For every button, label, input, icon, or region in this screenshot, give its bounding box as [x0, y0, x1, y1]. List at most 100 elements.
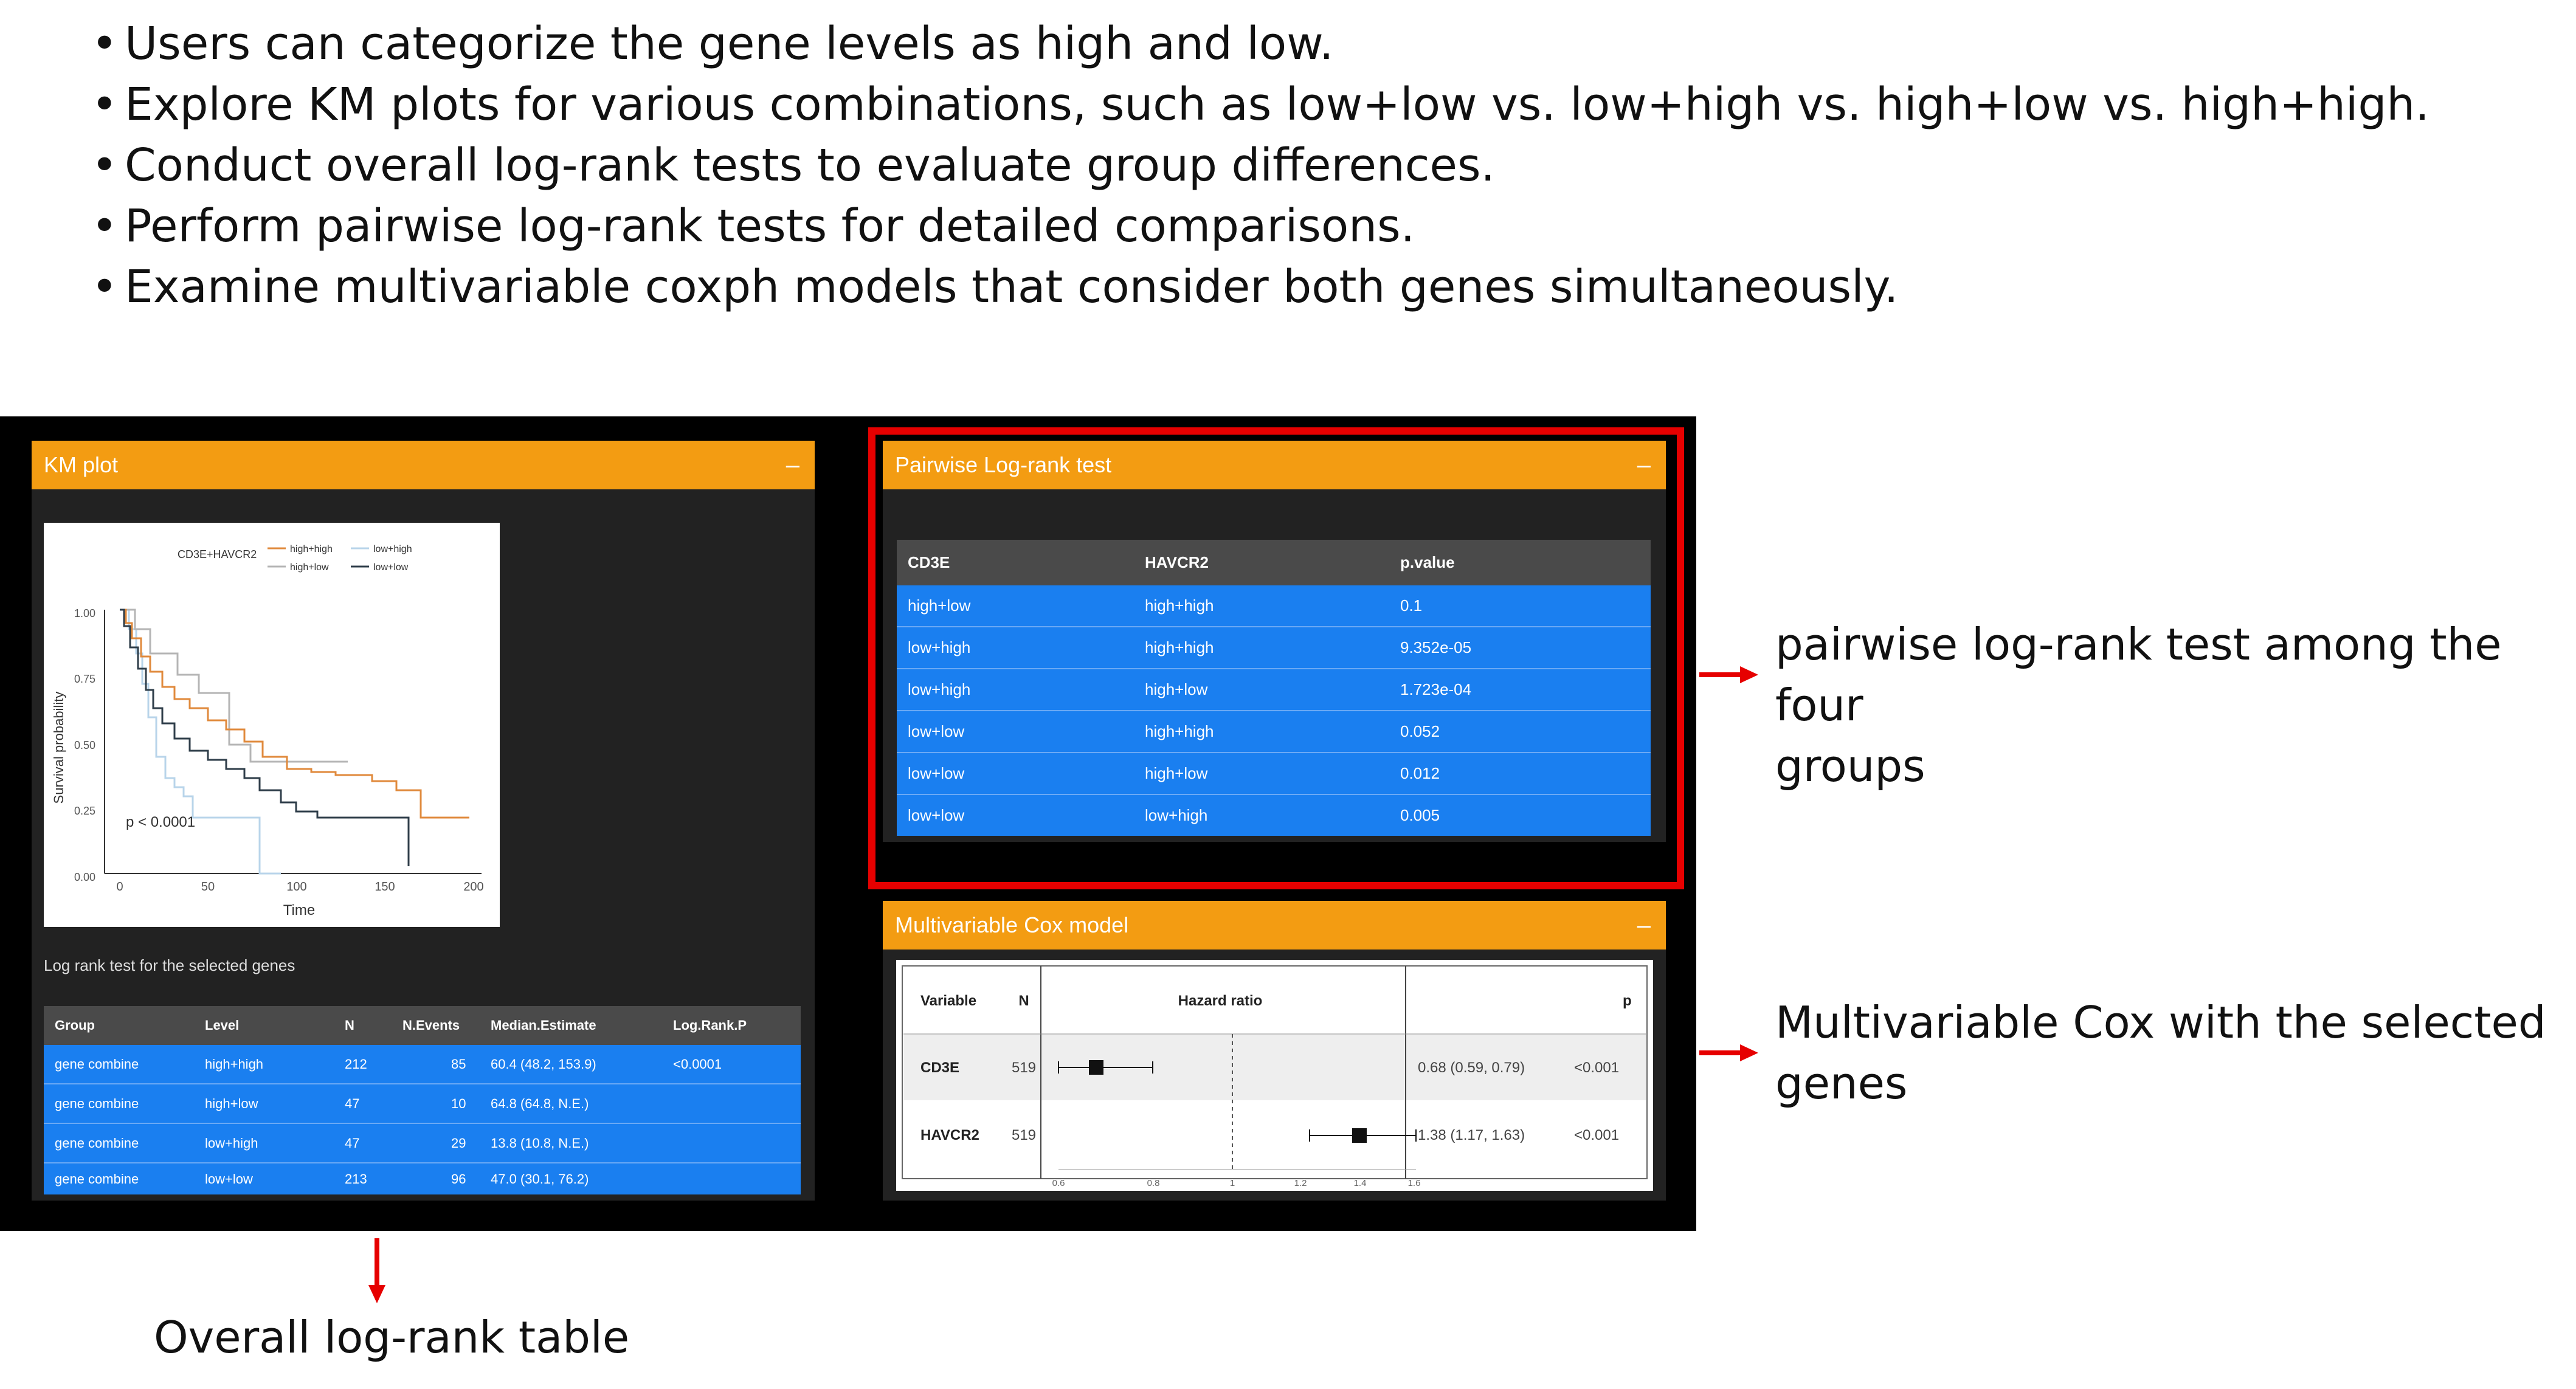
arrow-down-icon [368, 1238, 385, 1303]
cox-forest-plot: Variable N Hazard ratio p CD3E 519 0.68 … [896, 960, 1653, 1191]
annotation-line: genes [1775, 1058, 1908, 1109]
hr-point-havcr2 [1352, 1128, 1367, 1143]
cell-median: 47.0 (30.1, 76.2) [491, 1171, 589, 1187]
header-p: p [1623, 993, 1632, 1009]
cox-panel-title: Multivariable Cox model [895, 912, 1129, 937]
legend-label-high-low: high+low [290, 562, 329, 573]
cell-n: 47 [345, 1136, 360, 1151]
plot-background [44, 523, 500, 927]
annotation-line: Multivariable Cox with the selected [1775, 997, 2546, 1048]
cell-level: high+low [205, 1096, 258, 1111]
legend-label-low-low: low+low [373, 562, 409, 573]
cox-annotation: Multivariable Cox with the selected gene… [1775, 992, 2546, 1114]
cell-n: 213 [345, 1171, 367, 1187]
table-row[interactable]: gene combine low+high 47 29 13.8 (10.8, … [44, 1124, 801, 1163]
cox-row-p: <0.001 [1574, 1060, 1619, 1076]
arrow-right-icon [1699, 666, 1758, 683]
table-row[interactable]: gene combine high+low 47 10 64.8 (64.8, … [44, 1084, 801, 1123]
legend-title: CD3E+HAVCR2 [178, 548, 257, 560]
cox-model-panel: Multivariable Cox model – Variable N Haz… [883, 901, 1666, 1201]
col-header-median: Median.Estimate [491, 1018, 596, 1033]
cox-row-hr-text: 1.38 (1.17, 1.63) [1418, 1127, 1525, 1143]
arrow-right-icon [1699, 1044, 1758, 1061]
header-hazard-ratio: Hazard ratio [1178, 993, 1263, 1009]
feature-item: Explore KM plots for various combination… [91, 74, 2429, 135]
cell-median: 60.4 (48.2, 153.9) [491, 1056, 596, 1072]
x-tick-label: 50 [201, 880, 215, 894]
pairwise-annotation: pairwise log-rank test among the four gr… [1775, 614, 2576, 796]
y-tick-label: 0.00 [74, 871, 95, 883]
y-tick-label: 0.50 [74, 739, 95, 751]
x-tick-label: 200 [463, 880, 483, 894]
dashboard-screenshot: KM plot – CD3E+HAVCR2 high+high low+high… [0, 416, 1696, 1231]
cell-events: 96 [451, 1171, 466, 1187]
hr-tick: 1.6 [1408, 1178, 1421, 1188]
hr-tick: 1.2 [1294, 1178, 1307, 1188]
cell-logrank-p: <0.0001 [673, 1056, 722, 1072]
table-header: Group Level N N.Events Median.Estimate L… [44, 1006, 801, 1045]
cell-n: 212 [345, 1056, 367, 1072]
cell-level: low+low [205, 1171, 253, 1187]
annotation-line: groups [1775, 740, 1925, 791]
y-tick-label: 0.25 [74, 805, 95, 817]
cox-row-p: <0.001 [1574, 1127, 1619, 1143]
cox-row-variable: CD3E [920, 1060, 959, 1076]
col-header-level: Level [205, 1018, 240, 1033]
feature-item: Conduct overall log-rank tests to evalua… [91, 135, 2429, 196]
x-tick-label: 0 [116, 880, 123, 894]
cell-events: 10 [451, 1096, 466, 1111]
feature-list: Users can categorize the gene levels as … [91, 13, 2429, 317]
highlight-box [868, 427, 1684, 889]
header-variable: Variable [920, 993, 976, 1009]
hr-tick: 0.6 [1052, 1178, 1065, 1188]
cell-group: gene combine [55, 1096, 139, 1111]
km-table-caption: Log rank test for the selected genes [44, 956, 295, 974]
cell-group: gene combine [55, 1056, 139, 1072]
y-tick-label: 0.75 [74, 673, 95, 685]
cell-events: 29 [451, 1136, 466, 1151]
cox-row-hr-text: 0.68 (0.59, 0.79) [1418, 1060, 1525, 1076]
cell-median: 13.8 (10.8, N.E.) [491, 1136, 589, 1151]
km-survival-plot: CD3E+HAVCR2 high+high low+high high+low … [44, 523, 500, 927]
header-n: N [1018, 993, 1029, 1009]
cox-row-n: 519 [1012, 1060, 1036, 1076]
collapse-icon[interactable]: – [1637, 901, 1651, 950]
table-row[interactable]: gene combine low+low 213 96 47.0 (30.1, … [44, 1163, 801, 1194]
cox-panel-header[interactable]: Multivariable Cox model – [883, 901, 1666, 950]
cox-row-variable: HAVCR2 [920, 1127, 979, 1143]
legend-label-low-high: low+high [373, 544, 412, 554]
cell-level: low+high [205, 1136, 258, 1151]
cell-group: gene combine [55, 1136, 139, 1151]
cell-group: gene combine [55, 1171, 139, 1187]
km-panel-header[interactable]: KM plot – [32, 441, 815, 489]
feature-item: Perform pairwise log-rank tests for deta… [91, 196, 2429, 257]
pvalue-label: p < 0.0001 [126, 814, 195, 830]
hr-point-cd3e [1089, 1060, 1103, 1075]
x-tick-label: 100 [286, 880, 306, 894]
hr-tick: 1.4 [1354, 1178, 1367, 1188]
overall-logrank-table: Group Level N N.Events Median.Estimate L… [44, 1006, 801, 1194]
annotation-line: pairwise log-rank test among the four [1775, 619, 2502, 731]
x-axis-label: Time [283, 902, 315, 919]
km-plot-panel: KM plot – CD3E+HAVCR2 high+high low+high… [32, 441, 815, 1201]
cell-median: 64.8 (64.8, N.E.) [491, 1096, 589, 1111]
cell-n: 47 [345, 1096, 360, 1111]
feature-item: Examine multivariable coxph models that … [91, 257, 2429, 317]
hr-tick: 0.8 [1147, 1178, 1160, 1188]
legend-label-high-high: high+high [290, 544, 333, 554]
col-header-events: N.Events [402, 1018, 460, 1033]
col-header-logrank-p: Log.Rank.P [673, 1018, 747, 1033]
collapse-icon[interactable]: – [786, 441, 799, 489]
feature-item: Users can categorize the gene levels as … [91, 13, 2429, 74]
col-header-n: N [345, 1018, 354, 1033]
y-axis-label: Survival probability [51, 692, 66, 804]
overall-annotation: Overall log-rank table [154, 1312, 630, 1363]
cell-level: high+high [205, 1056, 264, 1072]
cox-row-n: 519 [1012, 1127, 1036, 1143]
km-panel-title: KM plot [44, 452, 119, 477]
cell-events: 85 [451, 1056, 466, 1072]
y-tick-label: 1.00 [74, 607, 95, 619]
col-header-group: Group [55, 1018, 95, 1033]
table-row[interactable]: gene combine high+high 212 85 60.4 (48.2… [44, 1045, 801, 1084]
x-tick-label: 150 [375, 880, 395, 894]
